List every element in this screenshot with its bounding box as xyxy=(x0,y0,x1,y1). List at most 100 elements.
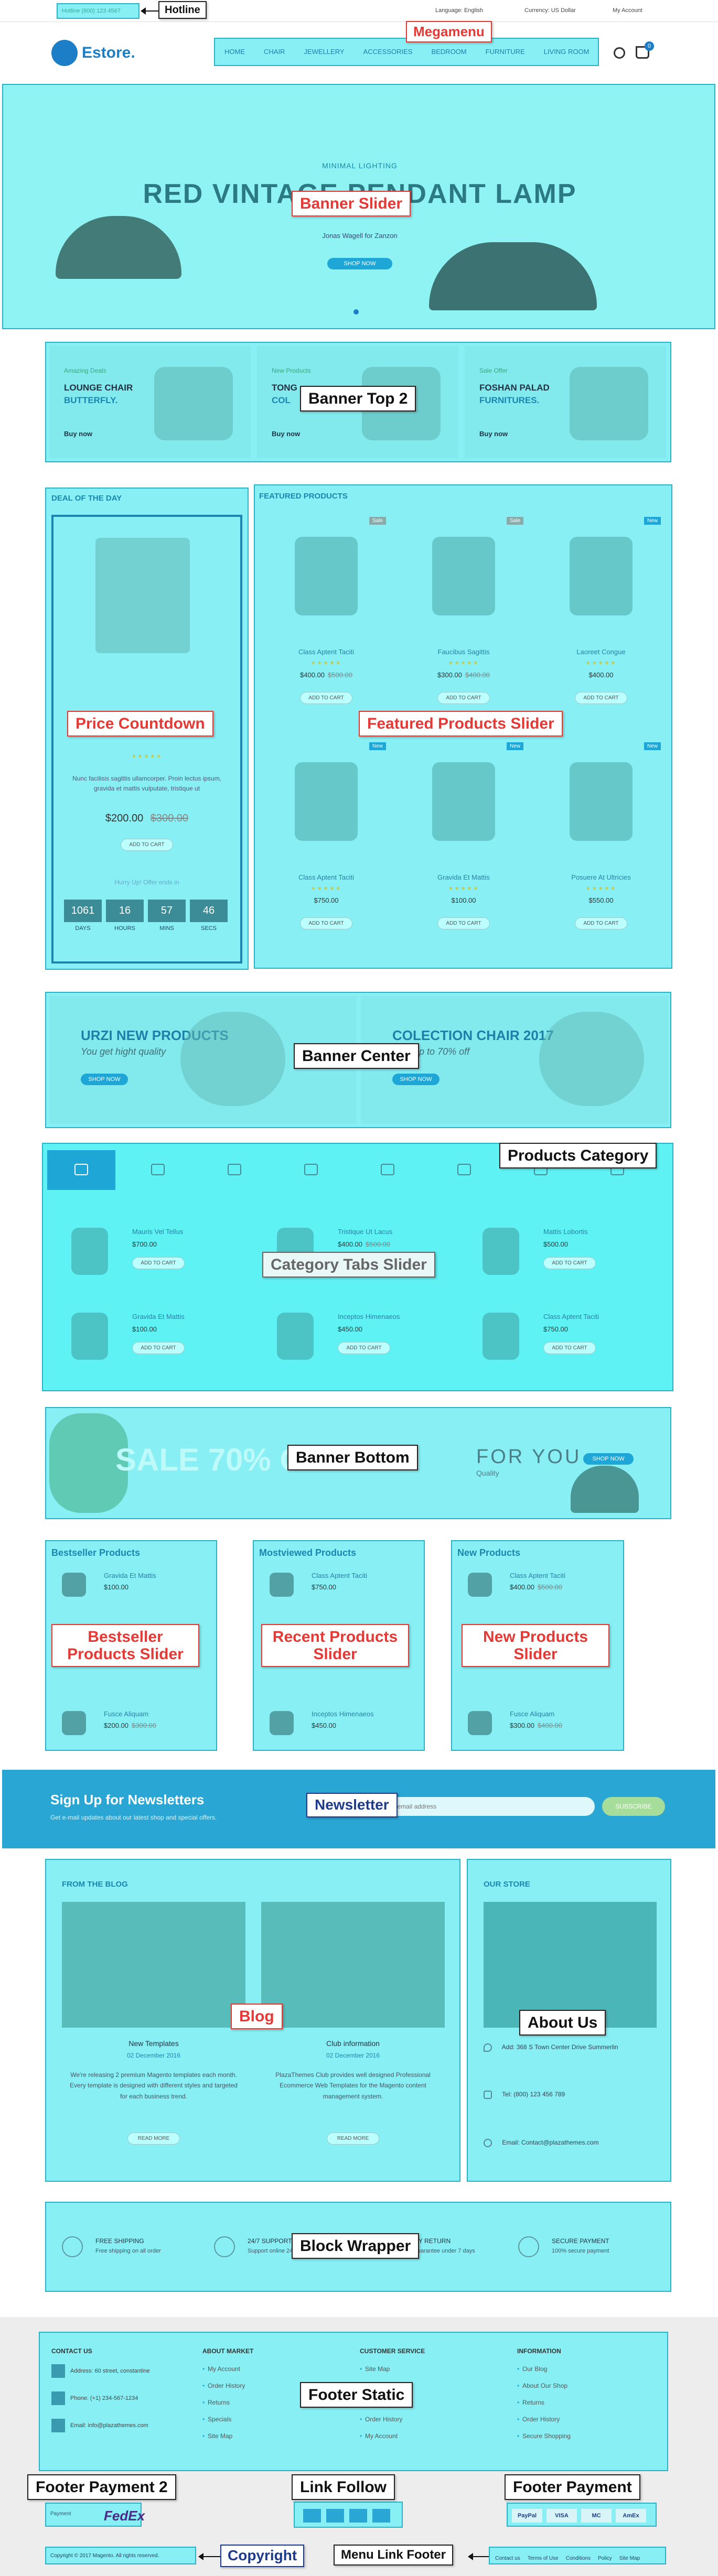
menu-item-0[interactable]: HOME xyxy=(224,48,245,56)
read-more-button[interactable]: READ MORE xyxy=(327,2133,379,2145)
search-icon[interactable] xyxy=(614,47,625,59)
bottom-link[interactable]: Conditions xyxy=(566,2556,591,2561)
category-add-to-cart[interactable]: ADD TO CART xyxy=(543,1257,596,1269)
add-to-cart-button[interactable]: ADD TO CART xyxy=(300,917,352,929)
mini-product-name[interactable]: Class Aptent Taciti xyxy=(312,1572,367,1579)
mini-product-name[interactable]: Fusce Aliquam xyxy=(104,1710,148,1718)
blog-title[interactable]: New Templates xyxy=(62,2039,245,2048)
category-product-name[interactable]: Inceptos Himenaeos xyxy=(338,1313,400,1321)
cart-icon[interactable]: 0 xyxy=(636,41,654,59)
mini-product[interactable]: Class Aptent Taciti $750.00 xyxy=(259,1570,416,1601)
mail-icon[interactable] xyxy=(47,1150,115,1190)
footer-link[interactable]: About Our Shop xyxy=(517,2382,653,2389)
add-to-cart-button[interactable]: ADD TO CART xyxy=(575,917,627,929)
mini-product[interactable]: Gravida Et Mattis $100.00 xyxy=(51,1570,209,1601)
product-card[interactable]: New Gravida Et Mattis ★★★★★ $100.00 ADD TO C… xyxy=(396,736,531,956)
category-add-to-cart[interactable]: ADD TO CART xyxy=(132,1342,185,1354)
lamp-icon[interactable] xyxy=(353,1150,422,1190)
menu-item-5[interactable]: FURNITURE xyxy=(486,48,525,56)
product-name[interactable]: Class Aptent Taciti xyxy=(259,648,393,656)
shop-now-button[interactable]: SHOP NOW xyxy=(327,258,392,269)
mini-product-name[interactable]: Fusce Aliquam xyxy=(510,1710,554,1718)
category-add-to-cart[interactable]: ADD TO CART xyxy=(132,1257,185,1269)
footer-link[interactable]: Site Map xyxy=(202,2432,339,2440)
mini-product[interactable]: Inceptos Himenaeos $450.00 xyxy=(259,1708,416,1739)
category-product[interactable]: Mauris Vel Tellus $700.00 ADD TO CART xyxy=(53,1212,248,1291)
read-more-button[interactable]: READ MORE xyxy=(127,2133,180,2145)
product-card[interactable]: New Class Aptent Taciti ★★★★★ $750.00 ADD TO… xyxy=(259,736,393,956)
menu-item-3[interactable]: ACCESSORIES xyxy=(363,48,413,56)
chair-icon[interactable] xyxy=(277,1150,345,1190)
banner-center-button[interactable]: SHOP NOW xyxy=(392,1074,440,1085)
product-card[interactable]: New Laoreet Congue ★★★★★ $400.00 ADD TO CART xyxy=(534,511,668,731)
mini-product[interactable]: Fusce Aliquam $200.00 $300.00 xyxy=(51,1708,209,1739)
add-to-cart-button[interactable]: ADD TO CART xyxy=(437,692,490,704)
blog-title[interactable]: Club information xyxy=(261,2039,445,2048)
category-product-name[interactable]: Class Aptent Taciti xyxy=(543,1313,599,1321)
footer-link[interactable]: Specials xyxy=(202,2416,339,2423)
house-icon[interactable] xyxy=(200,1150,269,1190)
logo[interactable]: Estore. xyxy=(51,40,146,67)
mini-product[interactable]: Fusce Aliquam $300.00 $400.00 xyxy=(457,1708,615,1739)
footer-link[interactable]: Secure Shopping xyxy=(517,2432,653,2440)
banner-top-item[interactable]: Amazing Deals LOUNGE CHAIR BUTTERFLY. Buy n… xyxy=(49,346,251,458)
sofa-icon[interactable] xyxy=(124,1150,192,1190)
menu-item-4[interactable]: BEDROOM xyxy=(431,48,466,56)
mini-product-name[interactable]: Class Aptent Taciti xyxy=(510,1572,565,1579)
deal-add-to-cart[interactable]: ADD TO CART xyxy=(121,839,173,851)
category-add-to-cart[interactable]: ADD TO CART xyxy=(338,1342,390,1354)
category-product-name[interactable]: Mattis Lobortis xyxy=(543,1228,588,1236)
banner-bottom-button[interactable]: SHOP NOW xyxy=(583,1453,634,1465)
mini-product-name[interactable]: Gravida Et Mattis xyxy=(104,1572,156,1579)
menu-item-1[interactable]: CHAIR xyxy=(264,48,285,56)
footer-link[interactable]: Returns xyxy=(517,2399,653,2406)
product-name[interactable]: Gravida Et Mattis xyxy=(396,873,531,881)
category-product[interactable]: Inceptos Himenaeos $450.00 ADD TO CART xyxy=(259,1297,453,1376)
product-name[interactable]: Laoreet Congue xyxy=(534,648,668,656)
footer-link[interactable]: My Account xyxy=(202,2365,339,2373)
banner-center-button[interactable]: SHOP NOW xyxy=(81,1074,128,1085)
slider-dot[interactable] xyxy=(353,309,359,315)
newsletter-email-input[interactable] xyxy=(374,1797,595,1816)
banner-top-item[interactable]: Sale Offer FOSHAN PALAD FURNITURES. Buy now xyxy=(465,346,666,458)
product-name[interactable]: Faucibus Sagittis xyxy=(396,648,531,656)
add-to-cart-button[interactable]: ADD TO CART xyxy=(300,692,352,704)
mini-product[interactable]: Class Aptent Taciti $400.00 $500.00 xyxy=(457,1570,615,1601)
instagram-icon[interactable] xyxy=(372,2509,390,2523)
product-card[interactable]: Sale Faucibus Sagittis ★★★★★ $300.00 $400.00… xyxy=(396,511,531,731)
bed-icon[interactable] xyxy=(430,1150,498,1190)
footer-link[interactable]: Order History xyxy=(517,2416,653,2423)
footer-link[interactable]: Site Map xyxy=(360,2365,496,2373)
subscribe-button[interactable]: SUBSCRIBE xyxy=(602,1797,665,1816)
facebook-icon[interactable] xyxy=(349,2509,367,2523)
blog-post[interactable]: Club information 02 December 2016 PlazaThe… xyxy=(261,1902,445,2174)
menu-item-2[interactable]: JEWELLERY xyxy=(304,48,344,56)
currency-select[interactable]: Currency: US Dollar xyxy=(524,7,576,14)
category-product-name[interactable]: Tristique Ut Lacus xyxy=(338,1228,392,1236)
buy-now-link[interactable]: Buy now xyxy=(64,430,92,438)
buy-now-link[interactable]: Buy now xyxy=(479,430,508,438)
bottom-link[interactable]: Site Map xyxy=(619,2556,640,2561)
twitter-icon[interactable] xyxy=(303,2509,321,2523)
category-product[interactable]: Tristique Ut Lacus$400.00$500.00ADD TO C… xyxy=(259,1212,453,1291)
product-name[interactable]: Class Aptent Taciti xyxy=(259,873,393,881)
footer-link[interactable]: Order History xyxy=(360,2416,496,2423)
product-card[interactable]: Sale Class Aptent Taciti ★★★★★ $400.00 $500.… xyxy=(259,511,393,731)
mini-product-name[interactable]: Inceptos Himenaeos xyxy=(312,1710,374,1718)
category-product[interactable]: Class Aptent Taciti $750.00 ADD TO CART xyxy=(465,1297,659,1376)
category-product[interactable]: Gravida Et Mattis $100.00 ADD TO CART xyxy=(53,1297,248,1376)
category-product-name[interactable]: Gravida Et Mattis xyxy=(132,1313,185,1321)
menu-item-6[interactable]: LIVING ROOM xyxy=(544,48,590,56)
language-select[interactable]: Language: English xyxy=(435,7,483,14)
my-account-link[interactable]: My Account xyxy=(613,7,642,14)
product-name[interactable]: Posuere At Ultricies xyxy=(534,873,668,881)
blog-post[interactable]: New Templates 02 December 2016 We're relea… xyxy=(62,1902,245,2174)
footer-link[interactable]: Our Blog xyxy=(517,2365,653,2373)
bottom-link[interactable]: Policy xyxy=(598,2556,612,2561)
google-plus-icon[interactable] xyxy=(326,2509,344,2523)
bottom-link[interactable]: Contact us xyxy=(495,2556,520,2561)
product-card[interactable]: New Posuere At Ultricies ★★★★★ $550.00 ADD T… xyxy=(534,736,668,956)
category-product-name[interactable]: Mauris Vel Tellus xyxy=(132,1228,183,1236)
category-add-to-cart[interactable]: ADD TO CART xyxy=(543,1342,596,1354)
category-product[interactable]: Mattis Lobortis $500.00 ADD TO CART xyxy=(465,1212,659,1291)
